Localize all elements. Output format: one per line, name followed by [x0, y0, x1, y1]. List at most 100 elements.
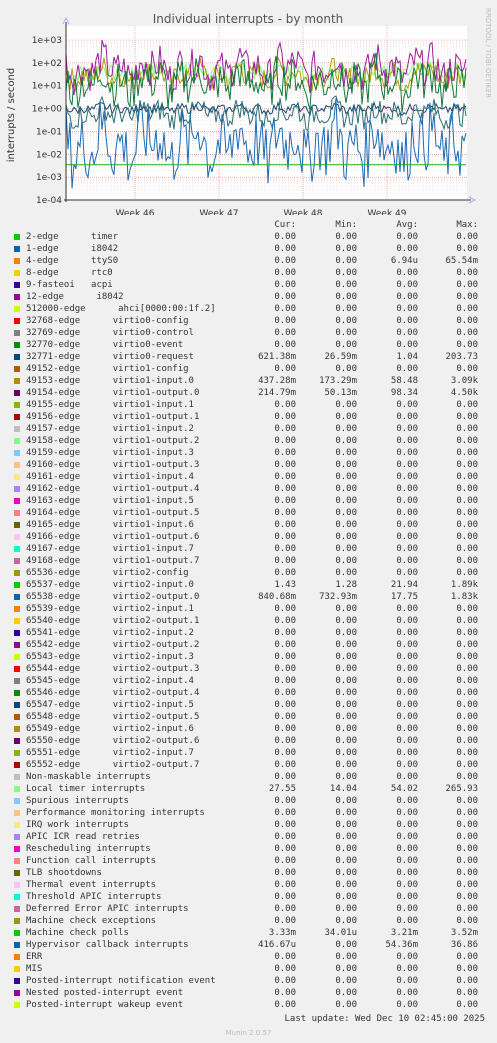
y-tick-label: 1e-02	[36, 150, 62, 160]
legend-cur: 0.00	[274, 364, 296, 374]
legend-row: 12-edge i8042 0.00 0.00 0.00 0.00	[0, 291, 497, 303]
legend-label: ERR	[26, 952, 43, 962]
legend-row: Hypervisor callback interrupts 416.67u 0.0…	[0, 939, 497, 951]
legend-max: 0.00	[456, 424, 478, 434]
legend-cur: 0.00	[274, 556, 296, 566]
legend-cur: 0.00	[274, 832, 296, 842]
legend-cur: 0.00	[274, 496, 296, 506]
legend-label: 32768-edge virtio0-config	[26, 316, 189, 326]
legend-swatch	[14, 774, 20, 780]
legend-min: 50.13m	[324, 388, 357, 398]
legend-max: 0.00	[456, 460, 478, 470]
legend-max: 203.73	[445, 352, 478, 362]
legend-min: 0.00	[335, 772, 357, 782]
legend-cur: 0.00	[274, 724, 296, 734]
legend-rows: 2-edge timer 0.00 0.00 0.00 0.00 1-edge i8042…	[0, 231, 497, 1011]
legend-swatch	[14, 870, 20, 876]
legend-swatch	[14, 942, 20, 948]
legend-row: 2-edge timer 0.00 0.00 0.00 0.00	[0, 231, 497, 243]
legend-label: 65538-edge virtio2-output.0	[26, 592, 200, 602]
legend-max: 0.00	[456, 604, 478, 614]
legend-label: Posted-interrupt wakeup event	[26, 1000, 184, 1010]
legend-cur: 0.00	[274, 808, 296, 818]
legend-max: 0.00	[456, 472, 478, 482]
legend-label: Hypervisor callback interrupts	[26, 940, 189, 950]
legend-row: 65551-edge virtio2-input.7 0.00 0.00 0.00 0.…	[0, 747, 497, 759]
legend-swatch	[14, 690, 20, 696]
y-axis-label: interrupts / second	[6, 68, 17, 162]
legend-swatch	[14, 654, 20, 660]
legend-cur: 0.00	[274, 292, 296, 302]
legend-label: 49159-edge virtio1-input.3	[26, 448, 194, 458]
legend-label: 49162-edge virtio1-output.4	[26, 484, 200, 494]
legend-min: 14.04	[329, 784, 357, 794]
legend-label: 32771-edge virtio0-request	[26, 352, 194, 362]
legend-row: 65549-edge virtio2-input.6 0.00 0.00 0.00 0.…	[0, 723, 497, 735]
legend-max: 0.00	[456, 616, 478, 626]
legend-max: 0.00	[456, 904, 478, 914]
legend-max: 0.00	[456, 772, 478, 782]
legend-cur: 0.00	[274, 508, 296, 518]
legend-swatch	[14, 978, 20, 984]
legend-swatch	[14, 822, 20, 828]
legend-min: 0.00	[335, 292, 357, 302]
legend-min: 0.00	[335, 544, 357, 554]
legend-min: 1.28	[335, 580, 357, 590]
legend-label: 49165-edge virtio1-input.6	[26, 520, 194, 530]
legend-cur: 0.00	[274, 652, 296, 662]
legend-label: 65536-edge virtio2-config	[26, 568, 189, 578]
legend-min: 0.00	[335, 856, 357, 866]
legend-swatch	[14, 522, 20, 528]
legend-row: Thermal event interrupts 0.00 0.00 0.00 0.00	[0, 879, 497, 891]
legend-max: 0.00	[456, 436, 478, 446]
legend-swatch	[14, 714, 20, 720]
y-tick-label: 1e+00	[32, 105, 63, 115]
legend-max: 0.00	[456, 736, 478, 746]
legend-row: Non-maskable interrupts 0.00 0.00 0.00 0.00	[0, 771, 497, 783]
legend-label: 1-edge i8042	[26, 244, 119, 254]
legend-row: Threshold APIC interrupts 0.00 0.00 0.00 0.0…	[0, 891, 497, 903]
legend-label: 49163-edge virtio1-input.5	[26, 496, 194, 506]
legend-swatch	[14, 378, 20, 384]
legend-cur: 621.38m	[258, 352, 296, 362]
legend-cur: 0.00	[274, 736, 296, 746]
legend-swatch	[14, 702, 20, 708]
legend-cur: 0.00	[274, 640, 296, 650]
header-cur: Cur:	[274, 220, 296, 230]
legend-row: Deferred Error APIC interrupts 0.00 0.00 0.…	[0, 903, 497, 915]
legend-cur: 0.00	[274, 316, 296, 326]
legend-swatch	[14, 882, 20, 888]
legend-swatch	[14, 834, 20, 840]
legend-row: 9-fasteoi acpi 0.00 0.00 0.00 0.00	[0, 279, 497, 291]
legend-label: Thermal event interrupts	[26, 880, 157, 890]
legend-label: 65539-edge virtio2-input.1	[26, 604, 194, 614]
legend-max: 0.00	[456, 880, 478, 890]
legend-min: 0.00	[335, 448, 357, 458]
legend-cur: 0.00	[274, 484, 296, 494]
legend-row: 49157-edge virtio1-input.2 0.00 0.00 0.00 0.…	[0, 423, 497, 435]
legend-cur: 0.00	[274, 532, 296, 542]
legend-cur: 0.00	[274, 988, 296, 998]
legend-cur: 0.00	[274, 700, 296, 710]
legend-label: 32770-edge virtio0-event	[26, 340, 184, 350]
legend-min: 0.00	[335, 868, 357, 878]
legend-label: Function call interrupts	[26, 856, 157, 866]
legend-swatch	[14, 366, 20, 372]
legend-cur: 0.00	[274, 892, 296, 902]
legend-cur: 0.00	[274, 688, 296, 698]
legend-row: 65536-edge virtio2-config 0.00 0.00 0.00 0.0…	[0, 567, 497, 579]
legend-min: 0.00	[335, 952, 357, 962]
legend-min: 0.00	[335, 616, 357, 626]
legend-cur: 0.00	[274, 436, 296, 446]
legend-row: 49155-edge virtio1-input.1 0.00 0.00 0.00 0.…	[0, 399, 497, 411]
y-tick-label: 1e-03	[36, 173, 62, 183]
legend-row: IRQ work interrupts 0.00 0.00 0.00 0.00	[0, 819, 497, 831]
legend-swatch	[14, 462, 20, 468]
legend-label: 65546-edge virtio2-output.4	[26, 688, 200, 698]
header-min: Min:	[335, 220, 357, 230]
legend-cur: 0.00	[274, 796, 296, 806]
legend-cur: 0.00	[274, 712, 296, 722]
legend-cur: 437.28m	[258, 376, 296, 386]
legend-swatch	[14, 642, 20, 648]
legend-max: 0.00	[456, 760, 478, 770]
